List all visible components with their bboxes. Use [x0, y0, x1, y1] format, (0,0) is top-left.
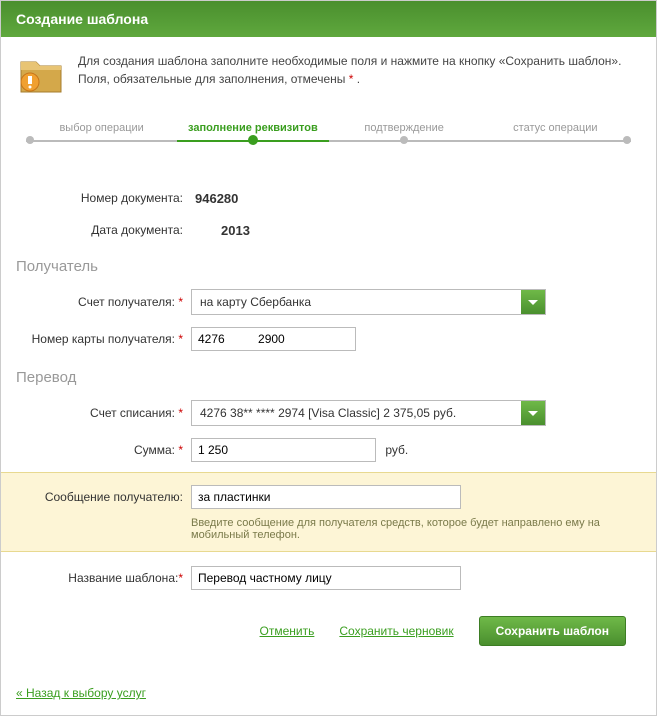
actions-bar: Отменить Сохранить черновик Сохранить ша… [16, 596, 641, 661]
recipient-account-dropdown[interactable]: на карту Сбербанка [191, 289, 546, 315]
message-label: Сообщение получателю: [16, 490, 191, 504]
content-area: Для создания шаблона заполните необходим… [1, 37, 656, 676]
step-status: статус операции [480, 122, 631, 134]
doc-number-label: Номер документа: [16, 191, 191, 205]
recipient-card-label: Номер карты получателя: * [16, 332, 191, 346]
doc-number-value: 946280 [191, 191, 641, 206]
folder-icon [16, 52, 66, 97]
back-link[interactable]: « Назад к выбору услуг [1, 676, 656, 715]
progress-bar: выбор операции заполнение реквизитов под… [26, 122, 631, 152]
recipient-account-value: на карту Сбербанка [192, 295, 521, 309]
cancel-button[interactable]: Отменить [260, 624, 315, 638]
intro-block: Для создания шаблона заполните необходим… [16, 52, 641, 97]
debit-account-value: 4276 38** **** 2974 [Visa Classic] 2 375… [192, 406, 521, 420]
debit-account-dropdown[interactable]: 4276 38** **** 2974 [Visa Classic] 2 375… [191, 400, 546, 426]
amount-label: Сумма: * [16, 443, 191, 457]
intro-text: Для создания шаблона заполните необходим… [78, 52, 621, 97]
doc-date-label: Дата документа: [16, 223, 191, 237]
amount-input[interactable] [191, 438, 376, 462]
doc-number-row: Номер документа: 946280 [16, 182, 641, 214]
chevron-down-icon[interactable] [521, 401, 545, 425]
debit-account-row: Счет списания: * 4276 38** **** 2974 [Vi… [16, 394, 641, 432]
message-hint: Введите сообщение для получателя средств… [191, 517, 656, 541]
page-header: Создание шаблона [1, 1, 656, 37]
progress-steps: выбор операции заполнение реквизитов под… [26, 122, 631, 134]
intro-line2: Поля, обязательные для заполнения, отмеч… [78, 70, 621, 88]
intro-line1: Для создания шаблона заполните необходим… [78, 52, 621, 70]
save-draft-button[interactable]: Сохранить черновик [339, 624, 453, 638]
template-form-container: Создание шаблона Для создания шаблона за… [0, 0, 657, 716]
doc-date-value: 2013 [191, 223, 641, 238]
recipient-account-label: Счет получателя: * [16, 295, 191, 309]
recipient-account-row: Счет получателя: * на карту Сбербанка [16, 283, 641, 321]
page-title: Создание шаблона [16, 11, 148, 27]
amount-currency: руб. [385, 443, 408, 457]
template-name-row: Название шаблона:* [16, 560, 641, 596]
doc-date-row: Дата документа: 2013 [16, 214, 641, 246]
template-name-input[interactable] [191, 566, 461, 590]
step-details: заполнение реквизитов [177, 122, 328, 134]
recipient-section-title: Получатель [16, 258, 641, 275]
chevron-down-icon[interactable] [521, 290, 545, 314]
step-confirm: подтверждение [329, 122, 480, 134]
step-operation: выбор операции [26, 122, 177, 134]
debit-account-label: Счет списания: * [16, 406, 191, 420]
recipient-card-row: Номер карты получателя: * [16, 321, 641, 357]
message-input[interactable] [191, 485, 461, 509]
amount-row: Сумма: * руб. [16, 432, 641, 468]
progress-track [26, 140, 631, 142]
template-name-label: Название шаблона:* [16, 571, 191, 585]
message-section: Сообщение получателю: Введите сообщение … [1, 472, 656, 552]
save-template-button[interactable]: Сохранить шаблон [479, 616, 626, 646]
transfer-section-title: Перевод [16, 369, 641, 386]
message-row: Сообщение получателю: [1, 481, 656, 513]
recipient-card-input[interactable] [191, 327, 356, 351]
